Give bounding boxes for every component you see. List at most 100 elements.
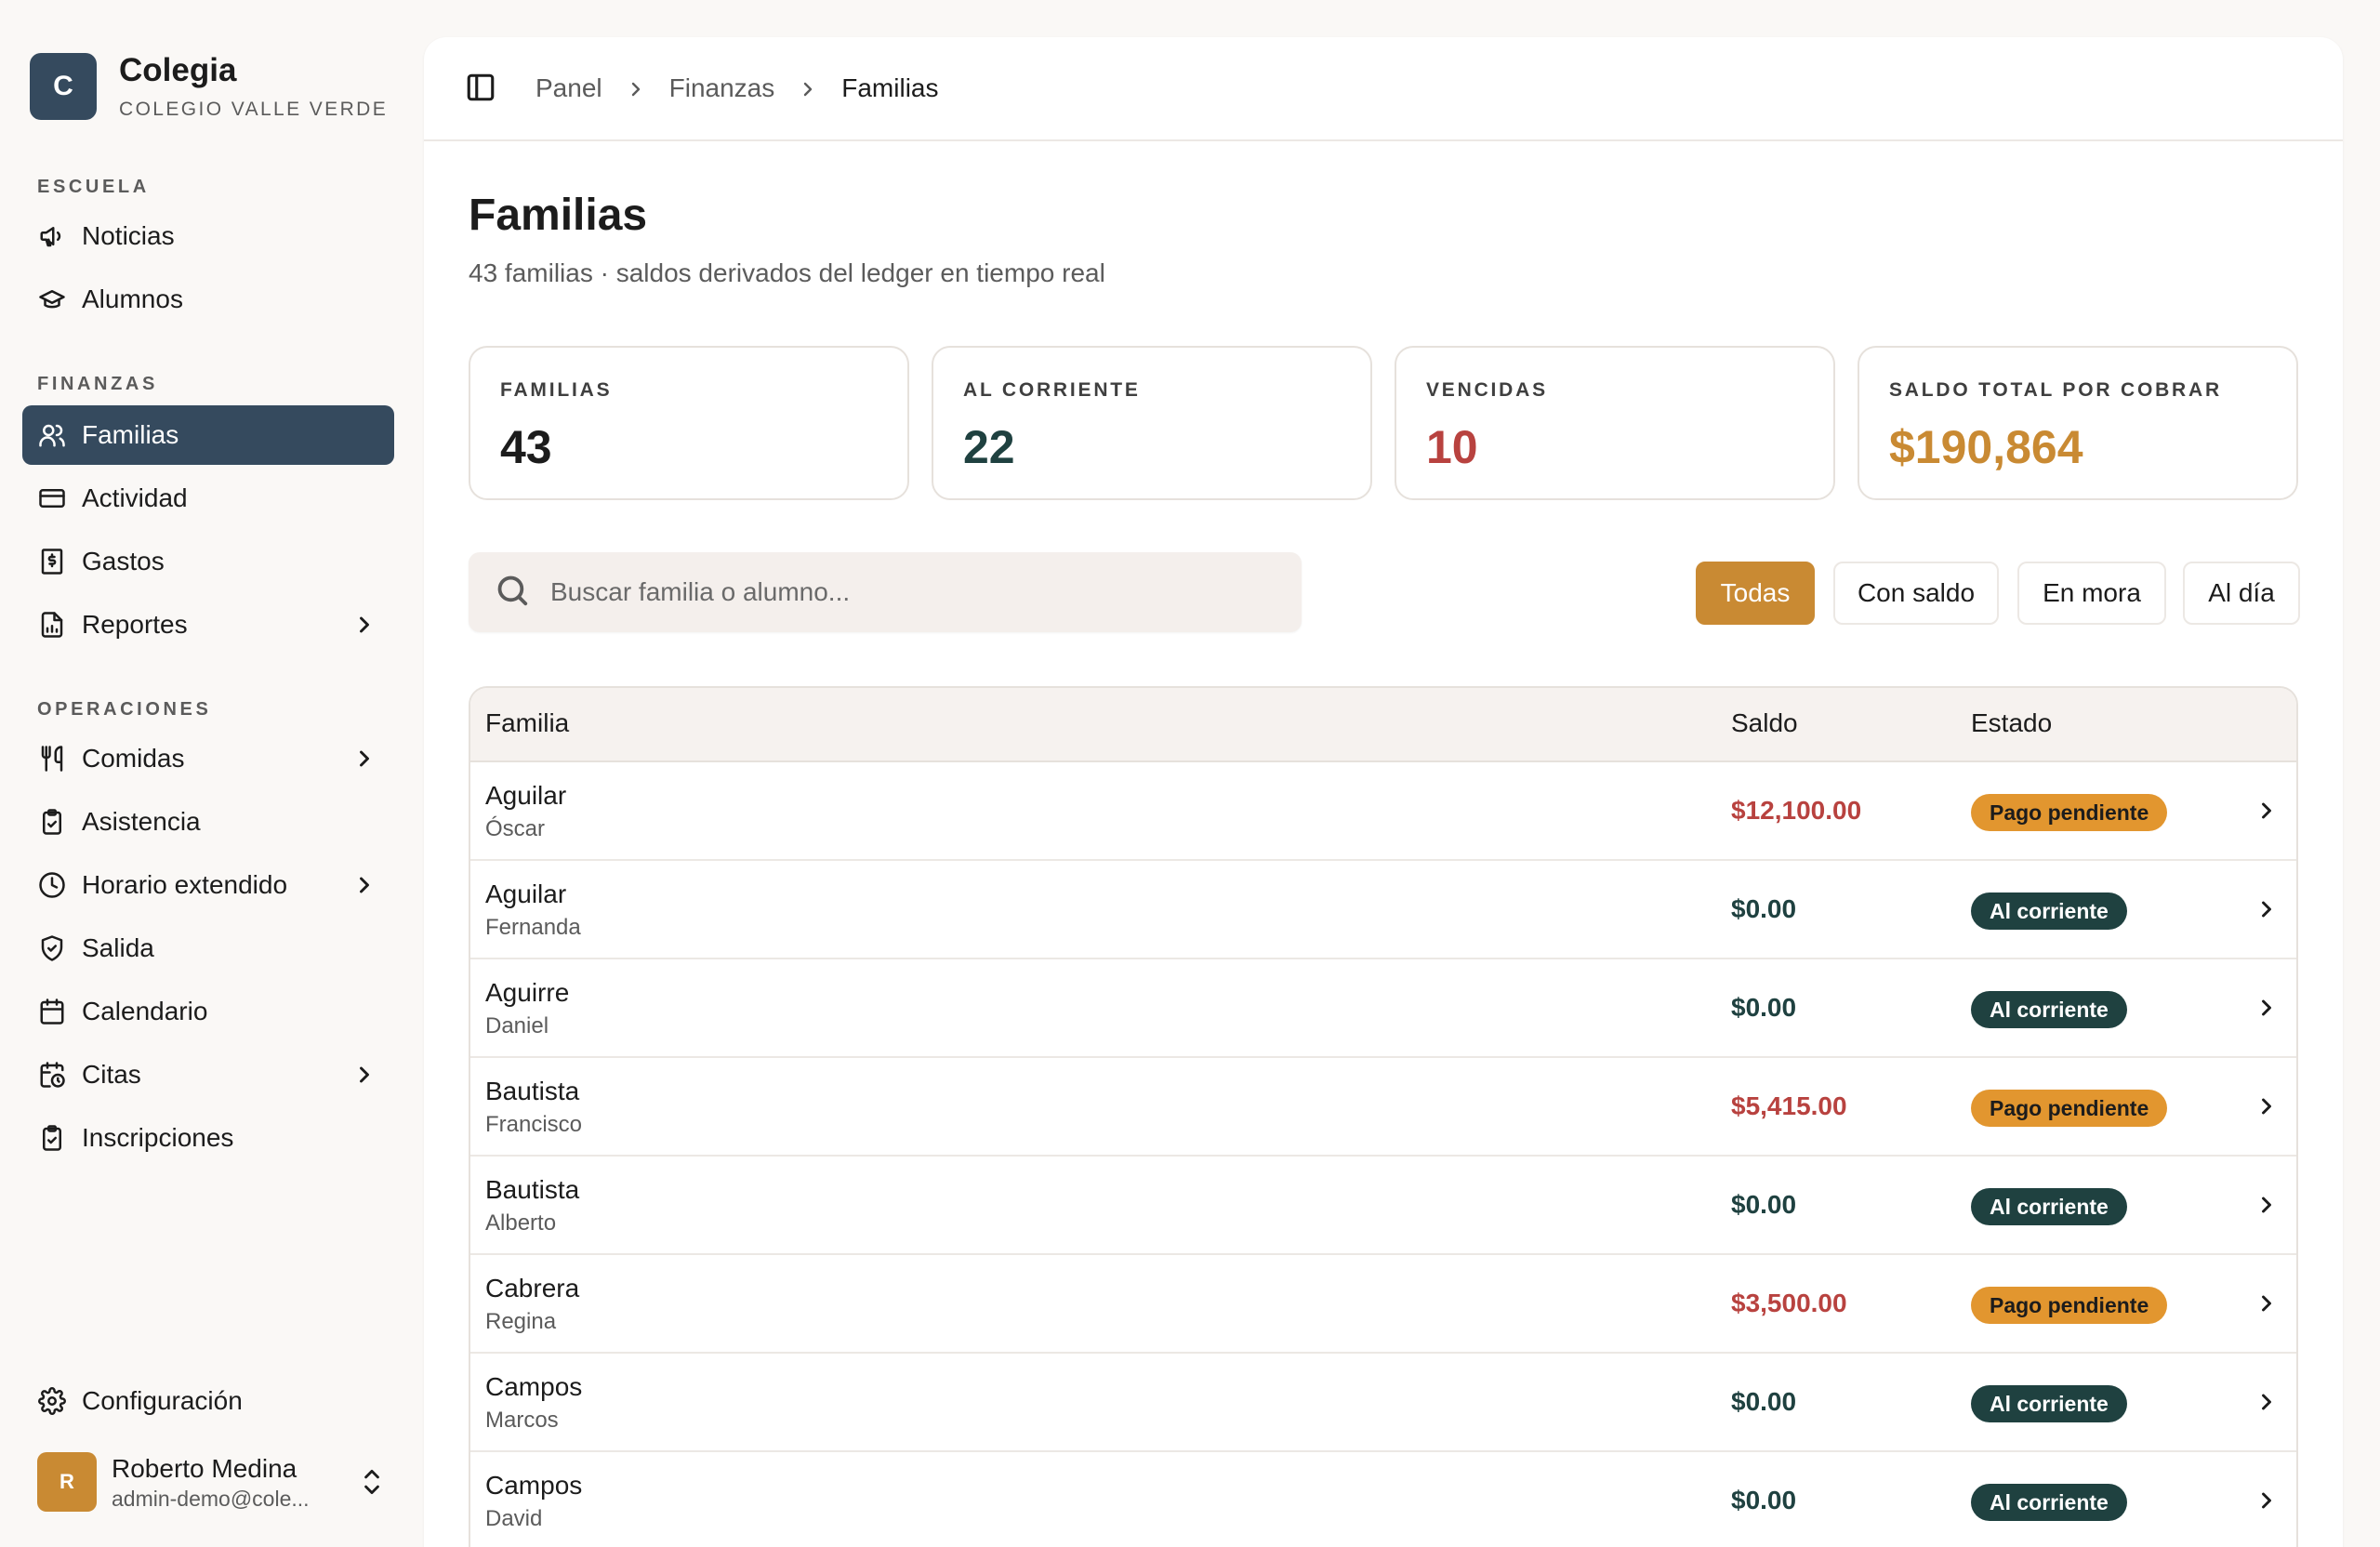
sidebar-item-label: Citas	[82, 1060, 141, 1089]
sidebar-item-label: Horario extendido	[82, 870, 288, 899]
main-panel: Panel Finanzas Familias Familias 43 fami…	[424, 37, 2343, 1547]
sidebar-item-citas[interactable]: Citas	[22, 1045, 394, 1104]
chevron-right-icon[interactable]	[2254, 1192, 2280, 1218]
nav-section-operaciones: OPERACIONES	[37, 699, 212, 720]
table-header: Familia Saldo Estado	[470, 688, 2296, 762]
balance-value: $0.00	[1731, 1190, 1797, 1219]
table-row[interactable]: Aguilar Fernanda $0.00 Al corriente	[470, 861, 2296, 959]
sidebar-toggle-icon[interactable]	[465, 72, 498, 105]
chevron-right-icon[interactable]	[2254, 1290, 2280, 1316]
status-badge: Al corriente	[1971, 1188, 2127, 1225]
balance-value: $0.00	[1731, 1486, 1797, 1514]
chevron-right-icon	[351, 1062, 377, 1088]
family-name: Campos	[485, 1372, 583, 1401]
breadcrumb-panel[interactable]: Panel	[536, 73, 602, 103]
sidebar-item-reportes[interactable]: Reportes	[22, 595, 394, 654]
breadcrumb-familias: Familias	[841, 73, 939, 102]
user-name: Roberto Medina	[112, 1453, 298, 1483]
sidebar-item-familias[interactable]: Familias	[22, 405, 394, 465]
stat-value: 22	[963, 421, 1015, 473]
clipboard-list-icon	[37, 1123, 67, 1153]
status-badge: Pago pendiente	[1971, 794, 2168, 831]
sidebar-item-label: Reportes	[82, 610, 188, 639]
status-badge: Al corriente	[1971, 1484, 2127, 1521]
user-email: admin-demo@cole...	[112, 1486, 310, 1511]
chevron-right-icon[interactable]	[2254, 798, 2280, 824]
school-name: COLEGIO VALLE VERDE	[119, 99, 389, 120]
status-badge: Pago pendiente	[1971, 1090, 2168, 1127]
sidebar-item-comidas[interactable]: Comidas	[22, 729, 394, 788]
column-header-familia[interactable]: Familia	[485, 708, 569, 738]
sidebar-item-label: Alumnos	[82, 284, 183, 313]
table-row[interactable]: Bautista Alberto $0.00 Al corriente	[470, 1157, 2296, 1255]
sidebar-item-label: Comidas	[82, 744, 185, 773]
users-icon	[37, 420, 67, 450]
chevron-right-icon	[351, 612, 377, 638]
filter-al-dia-button[interactable]: Al día	[2183, 562, 2300, 625]
status-badge: Al corriente	[1971, 1385, 2127, 1422]
family-name: Bautista	[485, 1077, 580, 1105]
family-name: Bautista	[485, 1175, 580, 1204]
report-icon	[37, 610, 67, 640]
clipboard-check-icon	[37, 807, 67, 837]
filter-en-mora-button[interactable]: En mora	[2017, 562, 2166, 625]
search-input[interactable]	[550, 577, 1257, 607]
sidebar-item-configuracion[interactable]: Configuración	[22, 1371, 394, 1431]
student-name: Regina	[485, 1309, 557, 1334]
brand-logo: C	[30, 53, 97, 120]
table-row[interactable]: Bautista Francisco $5,415.00 Pago pendiente	[470, 1058, 2296, 1157]
sidebar-item-label: Actividad	[82, 483, 188, 512]
chevron-right-icon	[351, 746, 377, 772]
sidebar-item-asistencia[interactable]: Asistencia	[22, 792, 394, 852]
sidebar-item-actividad[interactable]: Actividad	[22, 469, 394, 528]
sidebar-item-label: Noticias	[82, 221, 175, 250]
stat-label: FAMILIAS	[500, 379, 613, 401]
family-name: Aguilar	[485, 879, 567, 908]
chevron-right-icon[interactable]	[2254, 896, 2280, 922]
sidebar-item-label: Salida	[82, 933, 154, 962]
stat-card-vencidas: VENCIDAS 10	[1395, 346, 1835, 500]
search-icon	[495, 573, 530, 613]
status-badge: Al corriente	[1971, 892, 2127, 930]
student-name: Daniel	[485, 1013, 549, 1038]
chevron-right-icon[interactable]	[2254, 1093, 2280, 1119]
table-row[interactable]: Campos David $0.00 Al corriente	[470, 1452, 2296, 1547]
sidebar-item-calendario[interactable]: Calendario	[22, 982, 394, 1041]
stat-value: 43	[500, 421, 552, 473]
family-name: Cabrera	[485, 1274, 580, 1302]
sidebar-item-label: Configuración	[82, 1386, 243, 1415]
sidebar-item-inscripciones[interactable]: Inscripciones	[22, 1108, 394, 1168]
stat-value: $190,864	[1889, 421, 2083, 473]
user-menu[interactable]: R Roberto Medina admin-demo@cole...	[37, 1448, 387, 1515]
table-row[interactable]: Campos Marcos $0.00 Al corriente	[470, 1354, 2296, 1452]
table-row[interactable]: Aguirre Daniel $0.00 Al corriente	[470, 959, 2296, 1058]
breadcrumb-finanzas[interactable]: Finanzas	[669, 73, 775, 103]
chevron-right-icon[interactable]	[2254, 1389, 2280, 1415]
filter-todas-button[interactable]: Todas	[1696, 562, 1815, 625]
sidebar-item-gastos[interactable]: Gastos	[22, 532, 394, 591]
student-name: Marcos	[485, 1408, 559, 1433]
brand[interactable]: C Colegia COLEGIO VALLE VERDE	[30, 52, 388, 121]
stat-card-al-corriente: AL CORRIENTE 22	[932, 346, 1372, 500]
status-badge: Pago pendiente	[1971, 1287, 2168, 1324]
chevron-right-icon[interactable]	[2254, 1488, 2280, 1514]
calendar-icon	[37, 997, 67, 1026]
sidebar-item-noticias[interactable]: Noticias	[22, 206, 394, 266]
graduation-cap-icon	[37, 284, 67, 314]
brand-name: Colegia	[119, 52, 237, 88]
utensils-icon	[37, 744, 67, 774]
sidebar-item-horario-extendido[interactable]: Horario extendido	[22, 855, 394, 915]
column-header-estado[interactable]: Estado	[1971, 708, 2052, 738]
nav-section-finanzas: FINANZAS	[37, 374, 158, 394]
sidebar-item-alumnos[interactable]: Alumnos	[22, 270, 394, 329]
table-row[interactable]: Aguilar Óscar $12,100.00 Pago pendiente	[470, 762, 2296, 861]
student-name: Alberto	[485, 1210, 557, 1236]
search-box	[469, 552, 1302, 632]
sidebar-item-label: Asistencia	[82, 807, 201, 836]
table-row[interactable]: Cabrera Regina $3,500.00 Pago pendiente	[470, 1255, 2296, 1354]
chevron-right-icon[interactable]	[2254, 995, 2280, 1021]
filter-con-saldo-button[interactable]: Con saldo	[1833, 562, 1999, 625]
family-name: Aguirre	[485, 978, 570, 1007]
column-header-saldo[interactable]: Saldo	[1731, 708, 1798, 738]
sidebar-item-salida[interactable]: Salida	[22, 919, 394, 978]
